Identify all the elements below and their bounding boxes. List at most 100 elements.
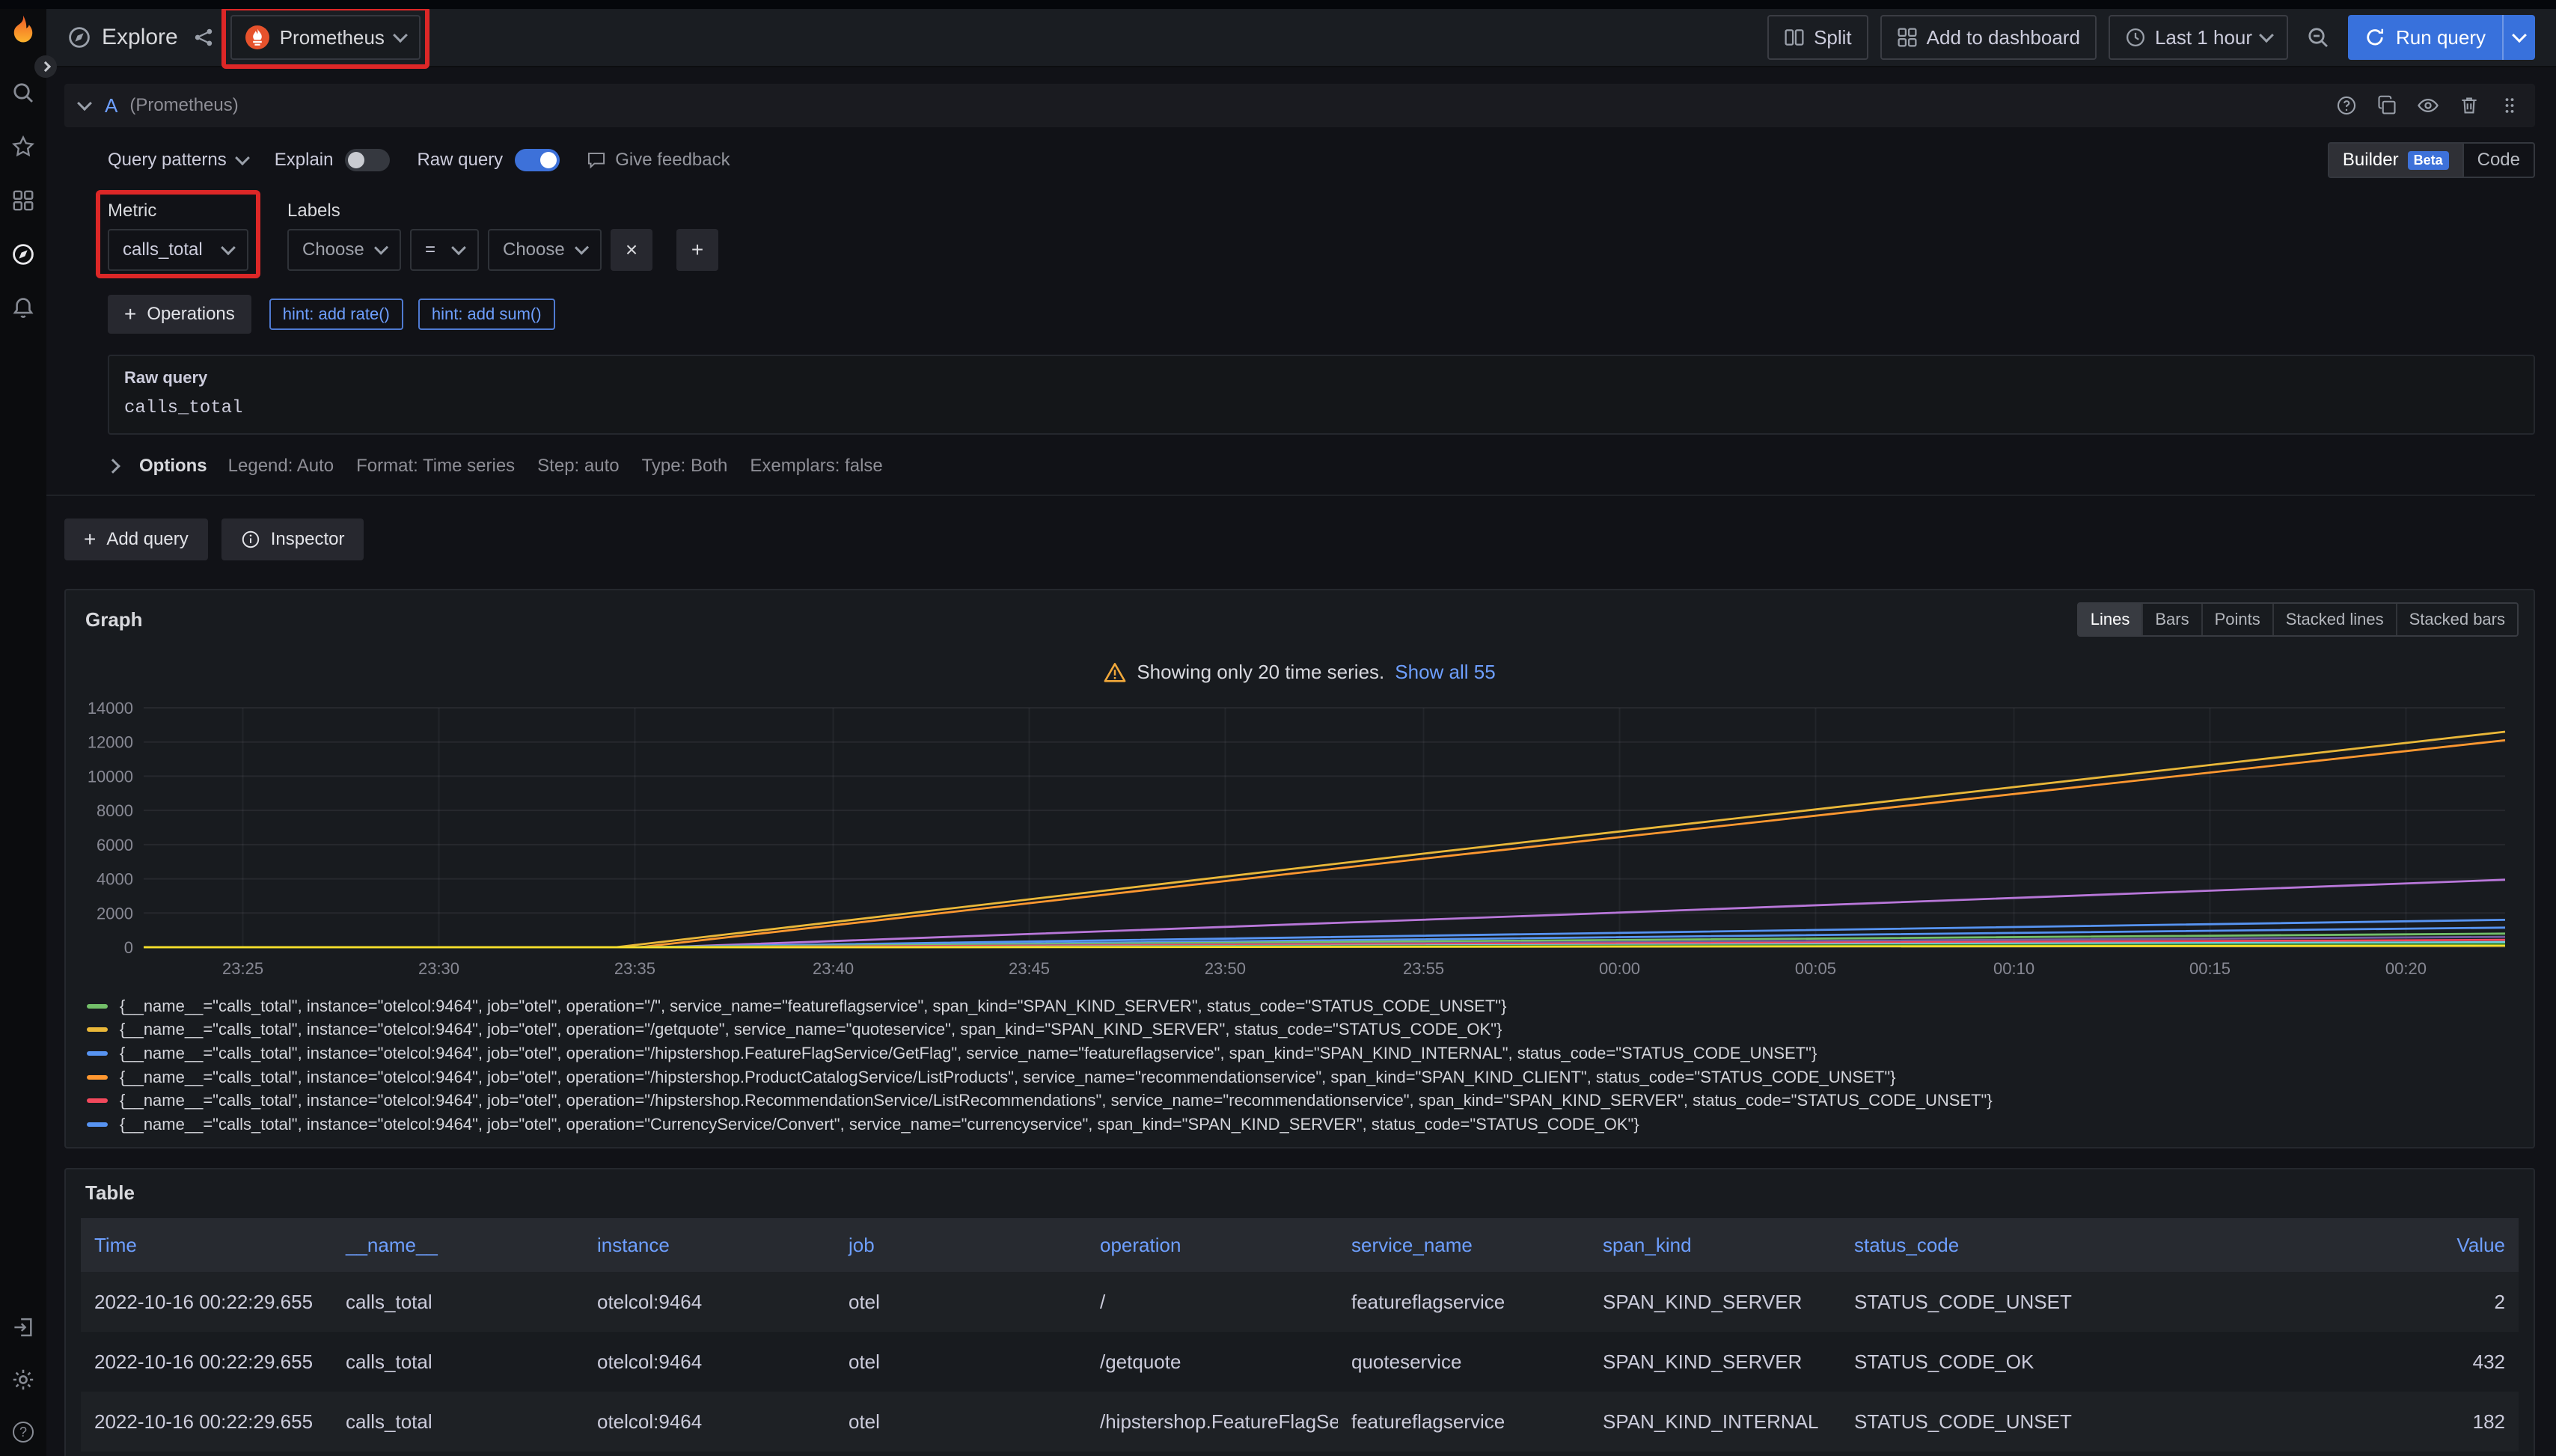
collapse-chevron-icon[interactable] — [77, 96, 92, 111]
label-key-placeholder: Choose — [302, 239, 364, 260]
search-icon[interactable] — [11, 81, 35, 105]
time-range-picker[interactable]: Last 1 hour — [2109, 15, 2288, 60]
table-header-cell[interactable]: instance — [584, 1218, 835, 1272]
grafana-logo-icon[interactable] — [7, 13, 39, 50]
disable-query-eye-icon[interactable] — [2417, 94, 2439, 117]
explore-icon[interactable] — [11, 242, 35, 266]
add-query-button[interactable]: + Add query — [64, 519, 208, 560]
legend-item[interactable]: {__name__="calls_total", instance="otelc… — [81, 1065, 2519, 1089]
add-label-icon[interactable]: + — [676, 229, 718, 271]
add-to-dashboard-button[interactable]: Add to dashboard — [1880, 15, 2097, 60]
svg-text:00:05: 00:05 — [1795, 959, 1836, 978]
datasource-name: Prometheus — [280, 26, 385, 49]
table-header-cell[interactable]: Time — [81, 1218, 332, 1272]
remove-query-trash-icon[interactable] — [2459, 95, 2480, 116]
svg-text:23:55: 23:55 — [1403, 959, 1444, 978]
svg-text:2000: 2000 — [97, 904, 133, 923]
chevron-down-icon — [451, 240, 466, 255]
svg-text:10000: 10000 — [88, 767, 133, 786]
table-cell: featureflagservice — [1338, 1392, 1589, 1452]
sidebar-expand-button[interactable] — [34, 55, 57, 78]
zoom-out-time-icon[interactable] — [2300, 19, 2336, 55]
prometheus-logo-icon — [245, 25, 269, 49]
query-ref-id: A — [105, 94, 117, 117]
run-query-button[interactable]: Run query — [2348, 15, 2535, 60]
options-label: Options — [139, 456, 207, 477]
metric-field-label: Metric — [108, 201, 248, 221]
label-value-select[interactable]: Choose — [488, 229, 602, 271]
table-row: 2022-10-16 00:22:29.655calls_totalotelco… — [81, 1332, 2519, 1392]
alerting-bell-icon[interactable] — [11, 296, 35, 320]
code-tab[interactable]: Code — [2462, 144, 2534, 177]
table-cell: 182 — [2092, 1392, 2519, 1452]
split-button[interactable]: Split — [1767, 15, 1868, 60]
graph-canvas[interactable]: 0200040006000800010000120001400023:2523:… — [81, 699, 2519, 986]
add-operations-button[interactable]: + Operations — [108, 295, 251, 334]
table-cell: /getquote — [1086, 1332, 1338, 1392]
plus-icon: + — [84, 527, 96, 551]
sign-in-icon[interactable] — [11, 1315, 35, 1339]
label-operator-select[interactable]: = — [410, 229, 479, 271]
table-header-cell[interactable]: Value — [2092, 1218, 2519, 1272]
label-key-select[interactable]: Choose — [287, 229, 401, 271]
query-hint-chip[interactable]: hint: add sum() — [418, 299, 555, 330]
window-top-strip — [0, 0, 2556, 9]
metric-select[interactable]: calls_total — [108, 229, 248, 271]
table-header-cell[interactable]: status_code — [1841, 1218, 2092, 1272]
legend-series-swatch — [87, 1027, 108, 1032]
give-feedback-link[interactable]: Give feedback — [587, 150, 730, 171]
drag-handle-icon[interactable] — [2499, 95, 2520, 116]
run-query-dropdown[interactable] — [2502, 15, 2535, 60]
table-header-cell[interactable]: job — [835, 1218, 1086, 1272]
explain-toggle[interactable] — [345, 149, 390, 171]
table-header-cell[interactable]: __name__ — [332, 1218, 584, 1272]
legend-series-label: {__name__="calls_total", instance="otelc… — [120, 1091, 1993, 1110]
legend-series-label: {__name__="calls_total", instance="otelc… — [120, 1020, 1502, 1039]
share-link-icon[interactable] — [193, 27, 214, 48]
svg-text:23:30: 23:30 — [418, 959, 459, 978]
builder-tab[interactable]: Builder Beta — [2329, 144, 2462, 177]
legend-item[interactable]: {__name__="calls_total", instance="otelc… — [81, 1113, 2519, 1137]
graph-mode-lines[interactable]: Lines — [2079, 604, 2142, 635]
query-patterns-dropdown[interactable]: Query patterns — [108, 150, 248, 171]
remove-label-icon[interactable]: × — [611, 229, 652, 271]
table-cell: /hipstershop.FeatureFlagServi... — [1086, 1392, 1338, 1452]
table-cell: SPAN_KIND_SERVER — [1589, 1332, 1841, 1392]
page-title-text: Explore — [102, 25, 178, 50]
graph-mode-bars[interactable]: Bars — [2141, 604, 2201, 635]
starred-icon[interactable] — [11, 135, 35, 159]
table-header-cell[interactable]: span_kind — [1589, 1218, 1841, 1272]
show-all-series-link[interactable]: Show all 55 — [1395, 661, 1495, 684]
query-options-row[interactable]: Options Legend: AutoFormat: Time seriesS… — [108, 444, 2535, 489]
legend-series-label: {__name__="calls_total", instance="otelc… — [120, 1044, 1817, 1063]
legend-item[interactable]: {__name__="calls_total", instance="otelc… — [81, 994, 2519, 1018]
table-header-row: Time__name__instancejoboperationservice_… — [81, 1218, 2519, 1272]
beta-badge: Beta — [2408, 151, 2449, 170]
table-header-cell[interactable]: service_name — [1338, 1218, 1589, 1272]
duplicate-query-icon[interactable] — [2376, 95, 2397, 116]
svg-text:8000: 8000 — [97, 801, 133, 820]
graph-mode-stacked-lines[interactable]: Stacked lines — [2272, 604, 2396, 635]
svg-text:23:45: 23:45 — [1009, 959, 1050, 978]
raw-query-toggle[interactable] — [515, 149, 560, 171]
query-help-icon[interactable] — [2336, 95, 2357, 116]
graph-mode-stacked-bars[interactable]: Stacked bars — [2396, 604, 2517, 635]
table-cell: / — [1086, 1272, 1338, 1332]
clock-icon — [2125, 27, 2146, 48]
help-icon[interactable]: ? — [11, 1420, 35, 1444]
table-cell: featureflagservice — [1338, 1272, 1589, 1332]
inspector-button[interactable]: Inspector — [221, 519, 364, 560]
legend-item[interactable]: {__name__="calls_total", instance="otelc… — [81, 1041, 2519, 1065]
query-hints: hint: add rate() hint: add sum() — [269, 299, 555, 330]
svg-text:00:00: 00:00 — [1599, 959, 1640, 978]
table-header-cell[interactable]: operation — [1086, 1218, 1338, 1272]
graph-mode-points[interactable]: Points — [2201, 604, 2272, 635]
series-limit-text: Showing only 20 time series. — [1137, 661, 1384, 684]
legend-series-swatch — [87, 1004, 108, 1009]
query-hint-chip[interactable]: hint: add rate() — [269, 299, 403, 330]
settings-gear-icon[interactable] — [11, 1368, 35, 1392]
dashboards-icon[interactable] — [11, 189, 35, 212]
legend-item[interactable]: {__name__="calls_total", instance="otelc… — [81, 1089, 2519, 1113]
datasource-picker[interactable]: Prometheus — [230, 15, 421, 60]
legend-item[interactable]: {__name__="calls_total", instance="otelc… — [81, 1018, 2519, 1042]
